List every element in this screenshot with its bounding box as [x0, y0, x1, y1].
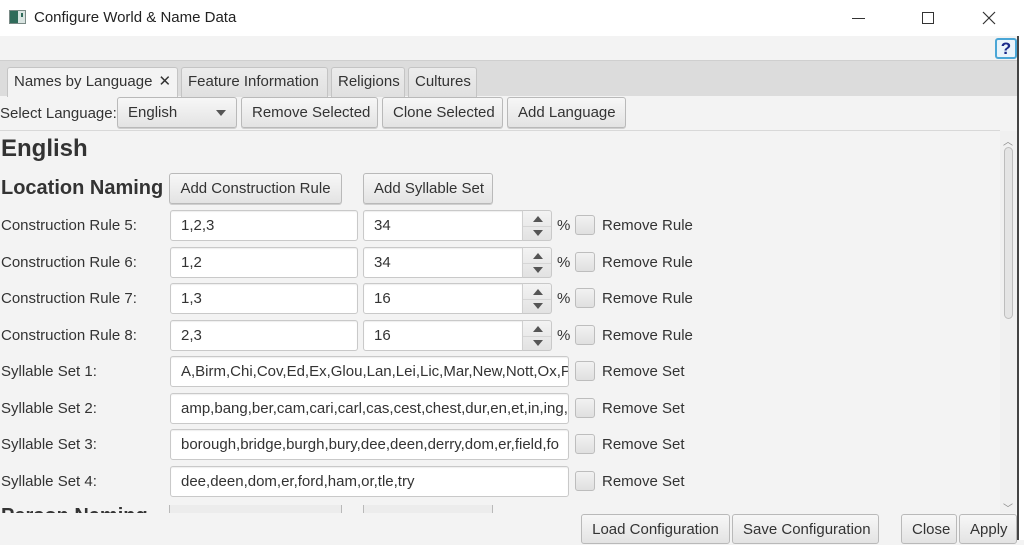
- spinner-divider: [523, 226, 551, 227]
- window-title: Configure World & Name Data: [34, 9, 237, 26]
- construction-rule-label: Construction Rule 7:: [1, 290, 137, 307]
- remove-rule-label[interactable]: Remove Rule: [602, 327, 693, 344]
- spinner-divider: [523, 336, 551, 337]
- percent-sign: %: [557, 217, 571, 234]
- percent-spinner-buttons[interactable]: [522, 320, 552, 351]
- remove-rule-checkbox[interactable]: [575, 215, 595, 235]
- percent-spinner-input[interactable]: 16: [363, 283, 523, 314]
- remove-rule-checkbox[interactable]: [575, 325, 595, 345]
- add-construction-rule-button[interactable]: Add Construction Rule: [169, 173, 342, 204]
- spinner-up-icon[interactable]: [533, 326, 543, 332]
- percent-sign: %: [557, 327, 571, 344]
- help-icon[interactable]: ?: [995, 38, 1017, 59]
- syllable-set-input[interactable]: amp,bang,ber,cam,cari,carl,cas,cest,ches…: [170, 393, 569, 424]
- clone-selected-button[interactable]: Clone Selected: [382, 97, 503, 128]
- construction-rule-label: Construction Rule 8:: [1, 327, 137, 344]
- construction-rule-input[interactable]: 1,2: [170, 247, 358, 278]
- selected-language: English: [128, 104, 178, 121]
- remove-rule-label[interactable]: Remove Rule: [602, 290, 693, 307]
- remove-set-checkbox[interactable]: [575, 398, 595, 418]
- language-select[interactable]: English: [117, 97, 237, 128]
- minimize-button[interactable]: [835, 0, 881, 36]
- remove-selected-button[interactable]: Remove Selected: [241, 97, 378, 128]
- spinner-up-icon[interactable]: [533, 253, 543, 259]
- add-syllable-set-button[interactable]: Add Syllable Set: [363, 173, 493, 204]
- percent-sign: %: [557, 290, 571, 307]
- close-icon: [982, 11, 996, 25]
- scrollbar-thumb[interactable]: [1004, 147, 1013, 319]
- tab-label: Names by Language: [14, 73, 153, 90]
- percent-spinner-input[interactable]: 16: [363, 320, 523, 351]
- percent-spinner-buttons[interactable]: [522, 247, 552, 278]
- tab-names-by-language[interactable]: Names by Language ✕: [7, 67, 178, 97]
- percent-sign: %: [557, 254, 571, 271]
- spinner-down-icon[interactable]: [533, 340, 543, 346]
- tab-label: Religions: [338, 73, 400, 90]
- section-heading: Location Naming: [1, 177, 164, 199]
- scroll-up-icon[interactable]: ︿: [1003, 133, 1013, 148]
- chevron-down-icon: [216, 110, 226, 116]
- construction-rule-label: Construction Rule 5:: [1, 217, 137, 234]
- remove-set-checkbox[interactable]: [575, 361, 595, 381]
- add-syllable-set-button-partial[interactable]: [363, 505, 493, 513]
- spinner-divider: [523, 299, 551, 300]
- remove-set-label[interactable]: Remove Set: [602, 436, 685, 453]
- construction-rule-input[interactable]: 2,3: [170, 320, 358, 351]
- syllable-set-input[interactable]: borough,bridge,burgh,bury,dee,deen,derry…: [170, 429, 569, 460]
- remove-set-label[interactable]: Remove Set: [602, 400, 685, 417]
- remove-set-checkbox[interactable]: [575, 471, 595, 491]
- tab-cultures[interactable]: Cultures: [408, 67, 477, 97]
- person-naming-heading: Person Naming: [1, 505, 148, 513]
- next-section-partial: Person Naming: [0, 505, 1000, 513]
- remove-set-checkbox[interactable]: [575, 434, 595, 454]
- construction-rule-input[interactable]: 1,3: [170, 283, 358, 314]
- spinner-up-icon[interactable]: [533, 289, 543, 295]
- syllable-set-input[interactable]: dee,deen,dom,er,ford,ham,or,tle,try: [170, 466, 569, 497]
- syllable-set-label: Syllable Set 1:: [1, 363, 97, 380]
- syllable-set-label: Syllable Set 2:: [1, 400, 97, 417]
- remove-set-label[interactable]: Remove Set: [602, 363, 685, 380]
- spinner-down-icon[interactable]: [533, 230, 543, 236]
- remove-rule-label[interactable]: Remove Rule: [602, 254, 693, 271]
- spinner-divider: [523, 263, 551, 264]
- spinner-down-icon[interactable]: [533, 267, 543, 273]
- close-window-button[interactable]: [966, 0, 1012, 36]
- percent-spinner-buttons[interactable]: [522, 283, 552, 314]
- add-construction-rule-button-partial[interactable]: [169, 505, 342, 513]
- language-heading: English: [1, 135, 88, 162]
- remove-set-label[interactable]: Remove Set: [602, 473, 685, 490]
- background-window: [1019, 36, 1024, 540]
- app-icon: [9, 10, 26, 24]
- maximize-button[interactable]: [905, 0, 951, 36]
- tab-feature-information[interactable]: Feature Information: [181, 67, 328, 97]
- tab-label: Feature Information: [188, 73, 319, 90]
- help-strip: [0, 36, 1018, 60]
- select-language-label: Select Language:: [0, 105, 117, 122]
- construction-rule-label: Construction Rule 6:: [1, 254, 137, 271]
- syllable-set-label: Syllable Set 4:: [1, 473, 97, 490]
- percent-spinner-buttons[interactable]: [522, 210, 552, 241]
- remove-rule-checkbox[interactable]: [575, 288, 595, 308]
- tab-religions[interactable]: Religions: [331, 67, 405, 97]
- percent-spinner-input[interactable]: 34: [363, 210, 523, 241]
- tab-close-icon[interactable]: ✕: [158, 73, 171, 90]
- maximize-icon: [922, 12, 934, 24]
- spinner-up-icon[interactable]: [533, 216, 543, 222]
- syllable-set-input[interactable]: A,Birm,Chi,Cov,Ed,Ex,Glou,Lan,Lei,Lic,Ma…: [170, 356, 569, 387]
- construction-rule-input[interactable]: 1,2,3: [170, 210, 358, 241]
- remove-rule-label[interactable]: Remove Rule: [602, 217, 693, 234]
- syllable-set-label: Syllable Set 3:: [1, 436, 97, 453]
- add-language-button[interactable]: Add Language: [507, 97, 626, 128]
- minimize-icon: [851, 17, 865, 19]
- spinner-down-icon[interactable]: [533, 303, 543, 309]
- percent-spinner-input[interactable]: 34: [363, 247, 523, 278]
- tab-label: Cultures: [415, 73, 471, 90]
- remove-rule-checkbox[interactable]: [575, 252, 595, 272]
